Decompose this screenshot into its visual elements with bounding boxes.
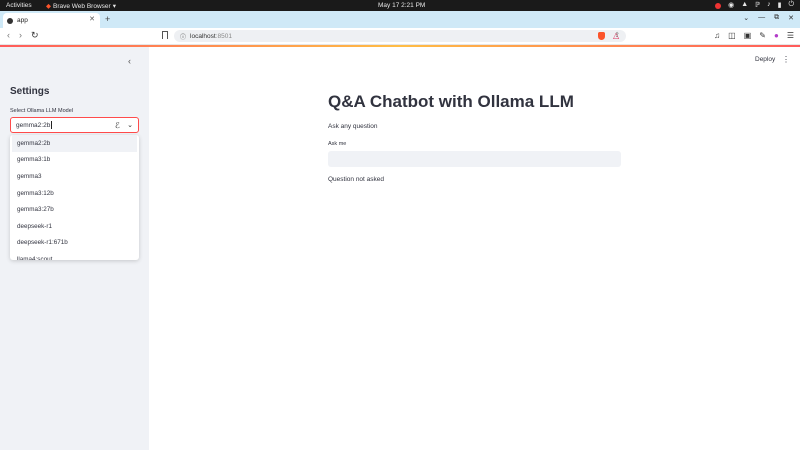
bookmark-icon[interactable] [162,31,168,39]
tab-list-icon[interactable]: ⌄ [743,14,749,22]
extensions-icon[interactable]: ✎ [759,31,766,40]
status-text: Question not asked [328,176,385,183]
maximize-icon[interactable]: ⧉ [774,14,779,22]
url-port: :8501 [215,32,232,40]
battery-icon: ▮ [777,2,782,9]
activities-button[interactable]: Activities [6,2,32,9]
sidebar: ‹ Settings Select Ollama LLM Model gemma… [0,47,149,450]
sidebar-title: Settings [10,86,50,97]
chevron-down-icon[interactable]: ⌄ [127,121,133,129]
dropdown-option[interactable]: gemma3 [10,168,139,185]
forward-icon[interactable]: › [19,30,22,40]
window-controls: ⌄ — ⧉ ✕ [743,14,794,22]
profile-icon[interactable]: ● [774,31,779,40]
address-bar[interactable]: ⓘ localhost:8501 ⇪ [174,30,626,42]
tab-strip: app ✕ + ⌄ — ⧉ ✕ [0,11,800,28]
navigation-bar: ‹ › ↻ ⓘ localhost:8501 ⇪ △ ♫ ◫ ▣ ✎ ● ☰ [0,28,800,45]
collapse-sidebar-icon[interactable]: ‹ [128,56,131,66]
new-tab-icon[interactable]: + [105,14,110,24]
text-caret [51,121,53,129]
reload-icon[interactable]: ↻ [31,30,39,41]
sidebar-toggle-icon[interactable]: ◫ [728,31,736,40]
model-dropdown-list: gemma2:2b gemma3:1b gemma3 gemma3:12b ge… [10,135,139,260]
brave-shields-icon[interactable] [598,32,605,40]
media-icon[interactable]: ♫ [714,31,720,40]
app-menu[interactable]: ◆ Brave Web Browser ▾ [46,2,116,11]
system-tray[interactable]: ◉ ▲ ℙ ♪ ▮ ⏻ [715,1,794,9]
question-input[interactable] [328,151,621,167]
dropdown-option[interactable]: deepseek-r1:671b [10,235,139,252]
power-icon: ⏻ [788,1,794,8]
page-subtitle: Ask any question [328,123,378,130]
dropdown-option[interactable]: deepseek-r1 [10,218,139,235]
dropdown-option[interactable]: gemma2:2b [12,135,137,152]
model-select-value: gemma2:2b [16,121,51,129]
back-icon[interactable]: ‹ [7,30,10,40]
menu-icon[interactable]: ☰ [787,31,794,40]
model-select-label: Select Ollama LLM Model [10,108,73,114]
dropdown-option[interactable]: gemma3:1b [10,152,139,169]
clock[interactable]: May 17 2:21 PM [378,2,425,9]
favicon-icon [7,17,13,24]
info-icon[interactable]: ⓘ [180,32,186,41]
brave-icon: ◆ [46,3,51,10]
chevron-down-icon: ▾ [112,3,116,10]
browser-tab[interactable]: app ✕ [3,13,100,28]
app-menu-label: Brave Web Browser [53,2,111,10]
dropdown-option[interactable]: gemma3:27b [10,201,139,218]
question-input-label: Ask me [328,141,347,147]
record-indicator-icon [715,3,722,9]
dropdown-option[interactable]: gemma3:12b [10,185,139,202]
system-top-bar: Activities ◆ Brave Web Browser ▾ May 17 … [0,0,800,11]
bluetooth-icon: ℙ [755,2,761,9]
rewards-icon[interactable]: △ [613,31,619,40]
model-select[interactable]: gemma2:2b ℰ ⌄ [10,117,139,133]
close-window-icon[interactable]: ✕ [788,14,794,22]
tab-title: app [17,17,28,24]
main-menu-icon[interactable]: ⋮ [782,55,790,64]
deploy-button[interactable]: Deploy [755,56,775,63]
browser-toolbar: ♫ ◫ ▣ ✎ ● ☰ [714,31,794,40]
volume-icon: ♪ [767,1,771,8]
network-icon: ▲ [741,1,749,8]
page-title: Q&A Chatbot with Ollama LLM [328,92,574,111]
tab-close-icon[interactable]: ✕ [89,15,95,23]
dropdown-option[interactable]: llama4:scout [10,251,139,260]
text-cursor-icon: ℰ [115,121,120,130]
shield-tray-icon: ◉ [728,2,735,9]
url-host: localhost [190,32,216,40]
wallet-icon[interactable]: ▣ [744,31,752,40]
minimize-icon[interactable]: — [758,14,765,22]
